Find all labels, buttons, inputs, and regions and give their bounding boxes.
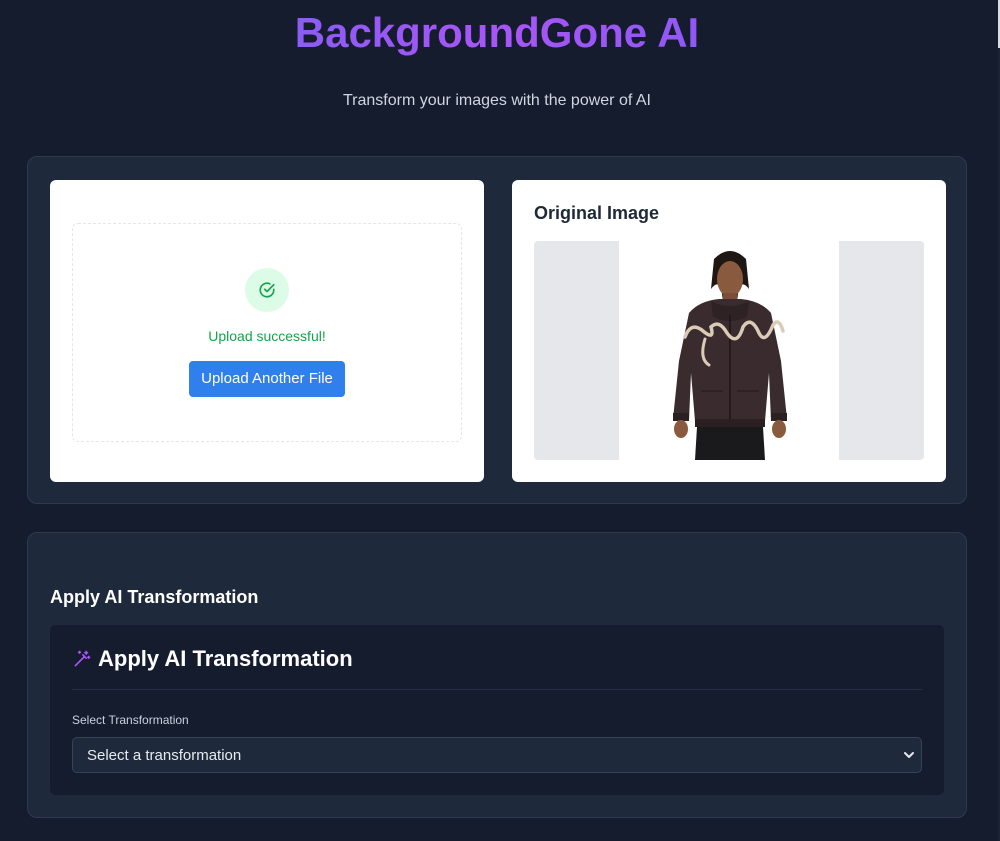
select-transformation-label: Select Transformation (72, 713, 189, 727)
upload-another-file-button[interactable]: Upload Another File (189, 361, 345, 397)
original-image-card: Original Image (512, 180, 946, 482)
check-circle-icon (259, 282, 275, 298)
transformation-card: Apply AI Transformation Select Transform… (50, 625, 944, 795)
original-image-frame (534, 241, 924, 460)
transformation-panel: Apply AI Transformation Apply AI Transfo… (27, 532, 967, 818)
section-heading: Apply AI Transformation (50, 587, 259, 607)
app-subtitle: Transform your images with the power of … (343, 92, 651, 109)
upload-dropzone[interactable]: Upload successful! Upload Another File (72, 223, 462, 442)
divider (72, 689, 922, 690)
transformation-card-title: Apply AI Transformation (98, 646, 353, 671)
upload-status-text: Upload successful! (208, 328, 326, 344)
transformation-select[interactable]: Select a transformation (72, 737, 922, 773)
transformation-card-header: Apply AI Transformation (72, 645, 353, 673)
person-photo (619, 241, 839, 460)
upload-panel: Upload successful! Upload Another File O… (27, 156, 967, 504)
success-badge (245, 268, 289, 312)
chevron-down-icon (904, 752, 914, 758)
magic-wand-icon (74, 650, 91, 667)
original-image (619, 241, 839, 460)
transformation-select-value: Select a transformation (87, 747, 242, 764)
upload-card: Upload successful! Upload Another File (50, 180, 484, 482)
app-title: BackgroundGone AI (0, 9, 994, 57)
app-page: BackgroundGone AI Transform your images … (0, 0, 1000, 841)
original-image-title: Original Image (534, 203, 660, 223)
